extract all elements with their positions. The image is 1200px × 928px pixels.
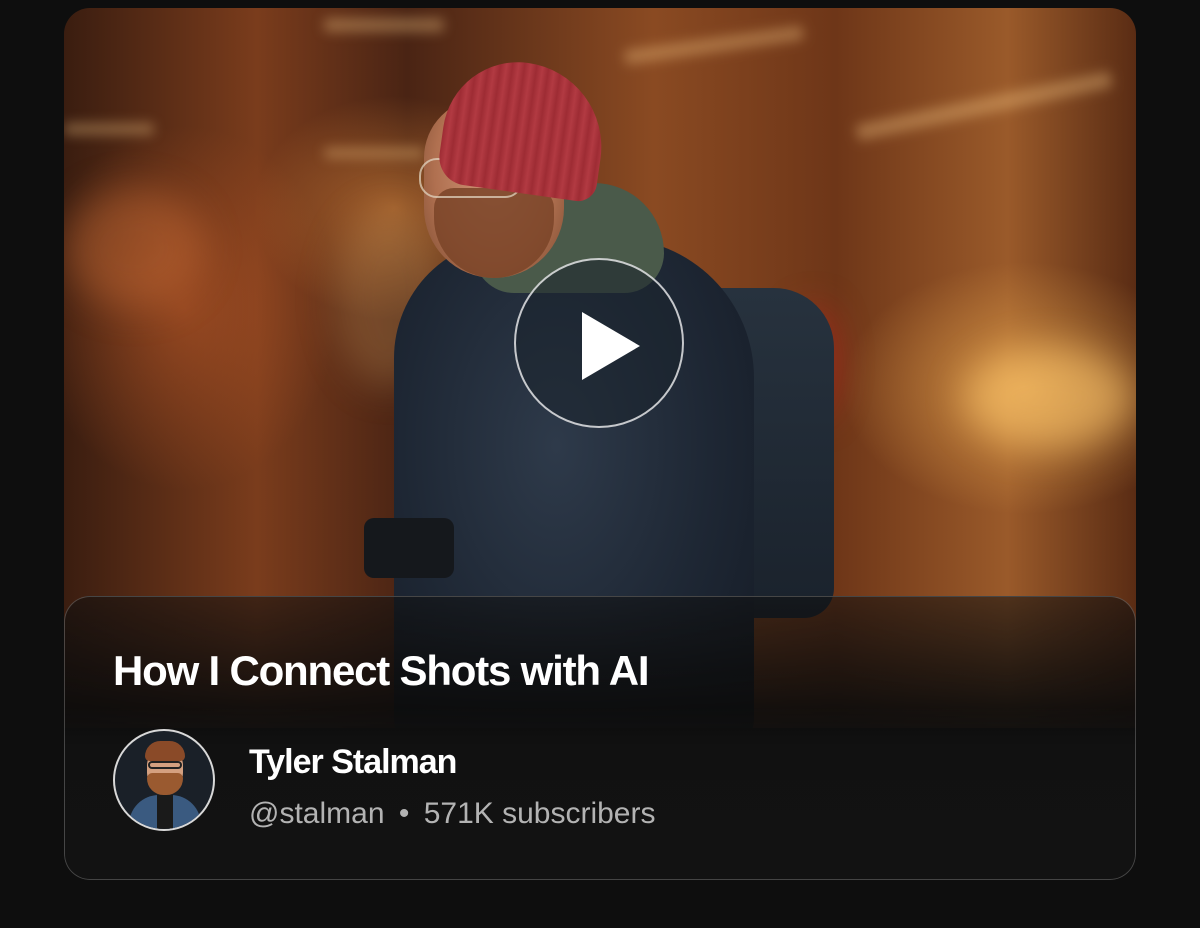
video-title[interactable]: How I Connect Shots with AI (113, 647, 650, 695)
light-strip (855, 71, 1113, 141)
video-info-panel: How I Connect Shots with AI Tyler Stalma… (64, 596, 1136, 880)
meta-separator: • (398, 797, 410, 830)
shop-window-glow (64, 188, 204, 308)
person-beanie (435, 52, 613, 204)
channel-handle[interactable]: @stalman (249, 797, 385, 830)
light-strip (64, 123, 154, 135)
light-strip (324, 18, 444, 32)
video-card[interactable]: How I Connect Shots with AI Tyler Stalma… (64, 8, 1136, 880)
light-strip (324, 148, 424, 158)
shop-window-glow (964, 348, 1134, 448)
play-icon (582, 312, 640, 380)
avatar-beard (147, 773, 183, 795)
channel-name[interactable]: Tyler Stalman (249, 743, 457, 782)
play-button[interactable] (514, 258, 684, 428)
avatar-glasses (148, 761, 182, 769)
subscriber-count: 571K subscribers (423, 797, 656, 830)
avatar-shirt (157, 795, 173, 829)
avatar-hair (145, 741, 185, 761)
channel-meta: @stalman • 571K subscribers (249, 797, 656, 831)
channel-avatar[interactable] (113, 729, 215, 831)
person-camera (364, 518, 454, 578)
light-strip (623, 25, 805, 65)
